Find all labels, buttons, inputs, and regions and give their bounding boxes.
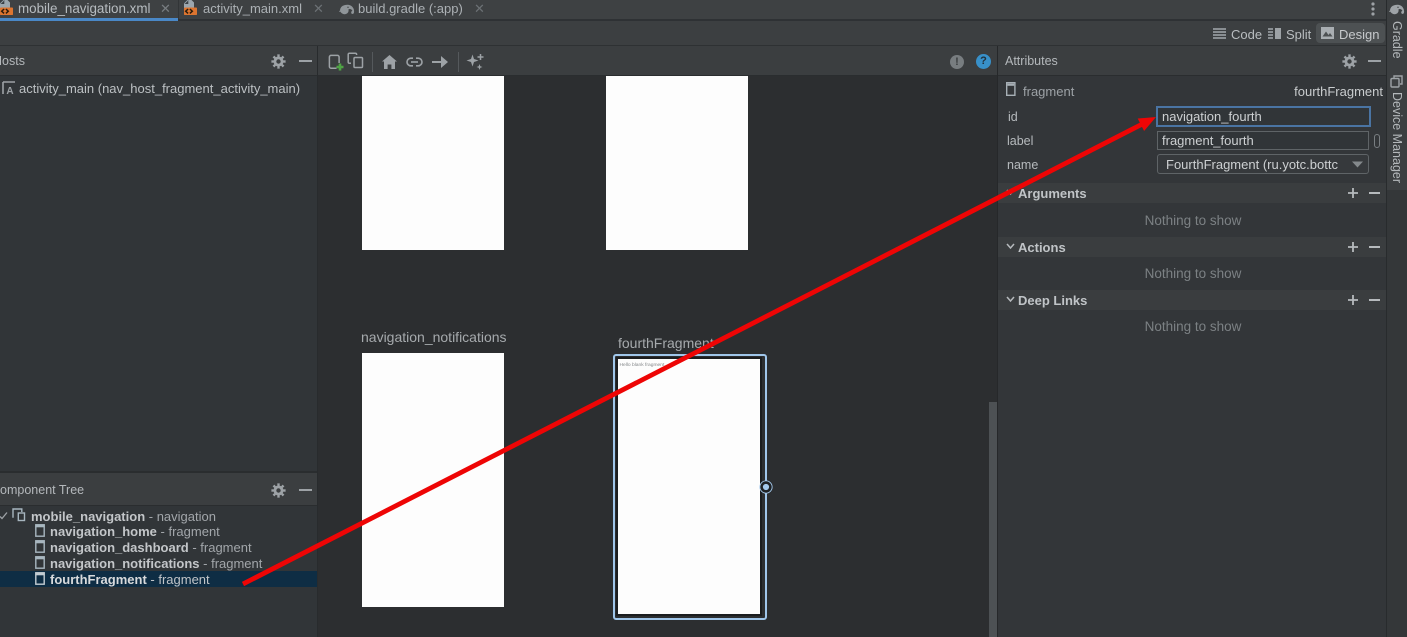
svg-text:A: A [6, 86, 13, 95]
svg-text:Hello blank fragment: Hello blank fragment [620, 362, 665, 368]
